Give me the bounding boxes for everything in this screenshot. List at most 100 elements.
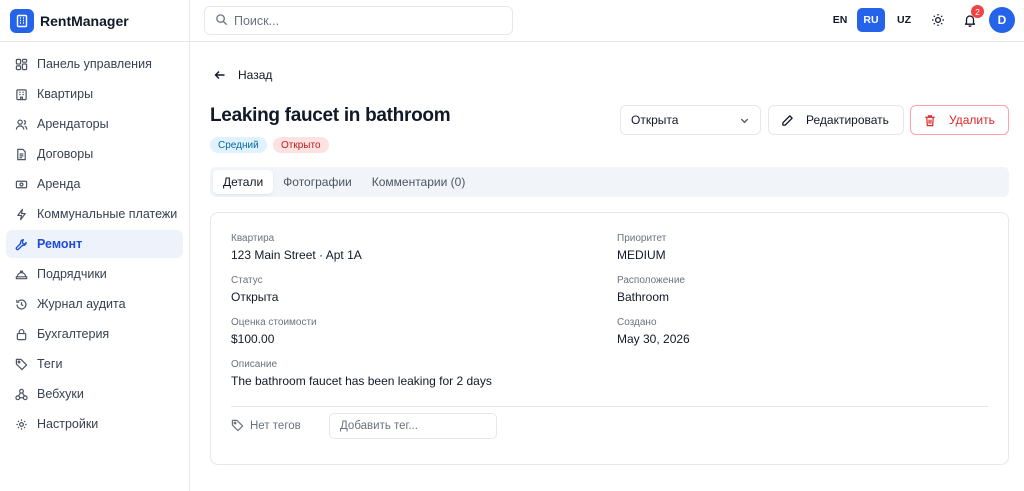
page-title: Leaking faucet in bathroom (210, 105, 451, 126)
building-logo-icon (10, 8, 34, 33)
sidebar-item-repair[interactable]: Ремонт (6, 230, 183, 258)
app-name: RentManager (40, 12, 129, 29)
field-value: $100.00 (231, 332, 275, 346)
edit-button-label: Редактировать (806, 113, 889, 127)
field-label: Квартира (231, 233, 275, 244)
pencil-icon (782, 114, 793, 126)
field-cost-estimate: Оценка стоимости $100.00 (231, 317, 317, 346)
wrench-icon (14, 237, 28, 251)
tab-comments[interactable]: Комментарии (0) (362, 170, 476, 194)
details-card: Квартира 123 Main Street · Apt 1A Приори… (210, 212, 1009, 465)
tag-icon (231, 419, 244, 432)
sidebar-item-rent[interactable]: Аренда (6, 170, 183, 198)
sidebar-item-label: Панель управления (37, 57, 152, 71)
tab-details[interactable]: Детали (213, 170, 274, 194)
no-tags-label: Нет тегов (250, 419, 301, 432)
lightning-icon (14, 207, 28, 221)
tags-row: Нет тегов (231, 413, 497, 439)
sidebar-item-label: Теги (37, 357, 63, 371)
sidebar-item-label: Журнал аудита (37, 297, 126, 311)
lock-icon (14, 327, 28, 341)
language-uz-button[interactable]: UZ (890, 8, 918, 32)
top-header: EN RU UZ 2 D (190, 0, 1024, 42)
sidebar-item-contractors[interactable]: Подрядчики (6, 260, 183, 288)
field-location: Расположение Bathroom (617, 275, 685, 304)
status-select-value: Открыта (631, 113, 679, 127)
back-label: Назад (238, 68, 273, 82)
sidebar-item-webhooks[interactable]: Вебхуки (6, 380, 183, 408)
status-badge: Открыто (273, 137, 329, 153)
field-label: Описание (231, 359, 278, 370)
main-content: Назад Leaking faucet in bathroom Средний… (190, 42, 1024, 491)
tag-icon (14, 357, 28, 371)
users-icon (14, 117, 28, 131)
delete-button[interactable]: Удалить (910, 105, 1009, 135)
sidebar-item-label: Ремонт (37, 237, 83, 251)
field-value: Bathroom (617, 290, 670, 304)
status-select[interactable]: Открыта (620, 105, 761, 135)
delete-button-label: Удалить (949, 113, 995, 127)
field-value: 123 Main Street · Apt 1A (231, 248, 362, 262)
field-value: May 30, 2026 (617, 332, 690, 346)
dashboard-icon (14, 57, 28, 71)
tab-photos[interactable]: Фотографии (273, 170, 362, 194)
language-ru-button[interactable]: RU (857, 8, 885, 32)
sidebar-item-contracts[interactable]: Договоры (6, 140, 183, 168)
field-label: Приоритет (617, 233, 667, 244)
add-tag-input[interactable] (329, 413, 497, 439)
trash-icon (925, 114, 935, 126)
sidebar-item-label: Арендаторы (37, 117, 109, 131)
sidebar-item-label: Настройки (37, 417, 99, 431)
sidebar-item-settings[interactable]: Настройки (6, 410, 183, 438)
language-en-button[interactable]: EN (826, 8, 854, 32)
field-created: Создано May 30, 2026 (617, 317, 690, 346)
document-icon (14, 147, 28, 161)
hardhat-icon (14, 267, 28, 281)
sidebar-item-label: Бухгалтерия (37, 327, 110, 341)
field-apartment: Квартира 123 Main Street · Apt 1A (231, 233, 362, 262)
field-label: Оценка стоимости (231, 317, 317, 328)
history-icon (14, 297, 28, 311)
search-icon (215, 13, 228, 29)
webhook-icon (14, 387, 28, 401)
sidebar-item-audit-log[interactable]: Журнал аудита (6, 290, 183, 318)
arrow-left-icon (214, 71, 225, 79)
search-input[interactable] (234, 13, 494, 28)
sun-icon[interactable] (929, 11, 947, 29)
field-label: Создано (617, 317, 657, 328)
sidebar-item-label: Аренда (37, 177, 81, 191)
building-icon (14, 87, 28, 101)
tab-bar: Детали Фотографии Комментарии (0) (210, 167, 1009, 197)
sidebar-item-dashboard[interactable]: Панель управления (6, 50, 183, 78)
field-value: Открыта (231, 290, 279, 304)
field-description: Описание The bathroom faucet has been le… (231, 359, 492, 388)
field-priority: Приоритет MEDIUM (617, 233, 666, 262)
sidebar-item-utilities[interactable]: Коммунальные платежи (6, 200, 183, 228)
priority-badge: Средний (210, 137, 267, 153)
sidebar-item-tags[interactable]: Теги (6, 350, 183, 378)
sidebar-item-label: Коммунальные платежи (37, 207, 178, 221)
sidebar-nav: Панель управления Квартиры Арендаторы До… (0, 42, 189, 438)
sidebar-item-label: Вебхуки (37, 387, 84, 401)
chevron-down-icon (740, 118, 749, 124)
edit-button[interactable]: Редактировать (768, 105, 904, 135)
search-box[interactable] (204, 6, 513, 35)
sidebar-item-label: Квартиры (37, 87, 94, 101)
gear-icon (14, 417, 28, 431)
sidebar-item-accounting[interactable]: Бухгалтерия (6, 320, 183, 348)
field-value: MEDIUM (617, 248, 666, 262)
user-avatar[interactable]: D (989, 7, 1015, 33)
field-value: The bathroom faucet has been leaking for… (231, 374, 492, 388)
sidebar-item-apartments[interactable]: Квартиры (6, 80, 183, 108)
divider (231, 406, 988, 407)
sidebar: RentManager Панель управления Квартиры А… (0, 0, 190, 491)
field-label: Расположение (617, 275, 685, 286)
back-button[interactable]: Назад (214, 68, 272, 82)
sidebar-item-tenants[interactable]: Арендаторы (6, 110, 183, 138)
field-label: Статус (231, 275, 263, 286)
notification-badge: 2 (971, 5, 984, 18)
sidebar-item-label: Договоры (37, 147, 94, 161)
banknote-icon (14, 177, 28, 191)
field-status: Статус Открыта (231, 275, 278, 304)
brand[interactable]: RentManager (0, 0, 189, 42)
